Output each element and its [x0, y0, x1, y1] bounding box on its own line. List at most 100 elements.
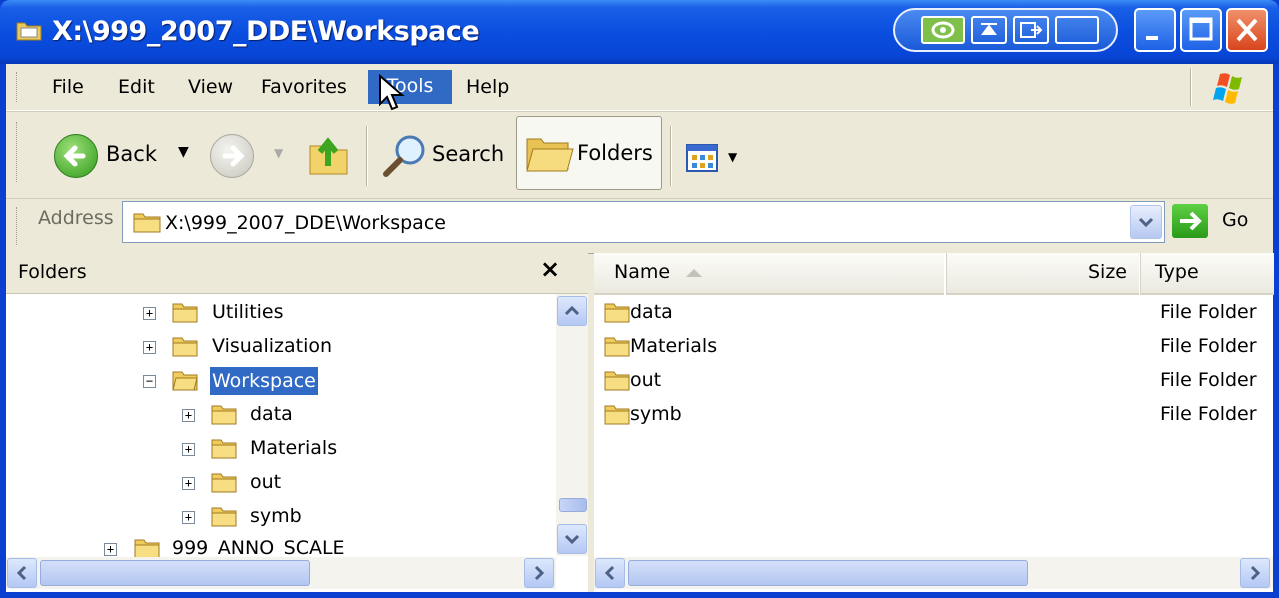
tree-item[interactable]: + Materials: [6, 435, 556, 465]
scroll-thumb[interactable]: [628, 560, 1028, 586]
close-button[interactable]: [1226, 8, 1268, 52]
chevron-right-icon: [534, 565, 545, 581]
tree-label: Utilities: [212, 301, 284, 323]
scroll-right-button[interactable]: [524, 558, 554, 588]
tree-item[interactable]: + data: [6, 401, 556, 431]
back-arrow-icon[interactable]: [54, 134, 98, 178]
collapse-icon[interactable]: −: [143, 375, 156, 388]
folders-horizontal-scrollbar[interactable]: [6, 557, 556, 589]
forward-dropdown-icon[interactable]: ▼: [274, 146, 283, 160]
address-dropdown-button[interactable]: [1130, 205, 1162, 239]
address-value: X:\999_2007_DDE\Workspace: [165, 212, 446, 234]
expand-icon[interactable]: +: [182, 477, 195, 490]
scroll-right-button[interactable]: [1240, 558, 1270, 588]
close-icon[interactable]: ×: [540, 255, 560, 283]
menu-file[interactable]: File: [48, 76, 88, 98]
tree-label: 999_ANNO_SCALE: [172, 537, 345, 557]
views-dropdown-icon[interactable]: ▼: [728, 150, 737, 164]
toolbar-grip[interactable]: [16, 207, 20, 245]
forward-arrow-icon[interactable]: [210, 134, 254, 178]
chevron-left-icon: [604, 565, 615, 581]
menu-bar: File Edit View Favorites Tools Help: [6, 64, 1273, 111]
nvidia-window-controls: [893, 8, 1118, 52]
window-title: X:\999_2007_DDE\Workspace: [52, 16, 480, 47]
folders-label: Folders: [577, 141, 653, 165]
folder-icon: [604, 303, 630, 323]
windows-logo-icon: [1213, 73, 1242, 104]
folder-icon: [604, 371, 630, 391]
folder-icon: [604, 337, 630, 357]
explorer-body: File Edit View Favorites Tools Help Back: [6, 64, 1274, 592]
menu-edit[interactable]: Edit: [114, 76, 159, 98]
list-item[interactable]: out File Folder: [604, 367, 1264, 397]
folder-up-icon[interactable]: [306, 132, 354, 178]
folder-icon: [134, 539, 160, 557]
go-button[interactable]: Go: [1222, 209, 1248, 231]
scroll-thumb[interactable]: [40, 560, 310, 586]
file-type: File Folder: [1160, 301, 1257, 323]
back-button[interactable]: Back: [106, 142, 157, 166]
go-arrow-icon[interactable]: [1172, 204, 1208, 238]
nvidia-icon[interactable]: [921, 16, 965, 44]
folders-icon: [526, 138, 574, 172]
menu-help[interactable]: Help: [462, 76, 513, 98]
move-to-monitor-icon[interactable]: [1013, 16, 1049, 44]
span-window-icon[interactable]: [1055, 16, 1099, 44]
toolbar-separator: [366, 126, 368, 186]
file-name: out: [630, 369, 662, 391]
tree-item[interactable]: + symb: [6, 503, 556, 533]
file-type: File Folder: [1160, 403, 1257, 425]
menu-favorites[interactable]: Favorites: [257, 76, 351, 98]
file-list-pane: Name Size Type data File Folder Material…: [594, 253, 1274, 592]
file-list-horizontal-scrollbar[interactable]: [594, 557, 1273, 589]
tree-item[interactable]: + Utilities: [6, 299, 556, 329]
folders-vertical-scrollbar[interactable]: [556, 294, 588, 556]
scroll-thumb[interactable]: [559, 498, 587, 512]
tree-label-selected: Workspace: [210, 367, 318, 395]
search-icon[interactable]: [380, 132, 430, 182]
toolbar-grip[interactable]: [16, 122, 20, 182]
views-icon[interactable]: [686, 144, 726, 174]
toolbar-separator: [670, 126, 672, 186]
address-input[interactable]: X:\999_2007_DDE\Workspace: [122, 201, 1165, 243]
tree-item[interactable]: + Visualization: [6, 333, 556, 363]
folder-icon: [16, 22, 42, 41]
expand-icon[interactable]: +: [143, 307, 156, 320]
folders-pane-title: Folders: [18, 261, 87, 283]
scroll-down-button[interactable]: [557, 524, 587, 554]
folder-icon: [172, 303, 198, 323]
column-header-type[interactable]: Type: [1140, 253, 1274, 295]
column-type-label: Type: [1155, 261, 1199, 283]
column-header-name[interactable]: Name: [594, 253, 944, 295]
expand-icon[interactable]: +: [182, 443, 195, 456]
scroll-up-button[interactable]: [557, 296, 587, 326]
back-dropdown-icon[interactable]: ▼: [178, 144, 189, 160]
expand-icon[interactable]: +: [143, 341, 156, 354]
tree-item[interactable]: + out: [6, 469, 556, 499]
minimize-button[interactable]: [1134, 8, 1176, 52]
search-button[interactable]: Search: [432, 142, 504, 166]
column-header-size[interactable]: Size: [946, 253, 1139, 295]
expand-icon[interactable]: +: [182, 511, 195, 524]
folder-icon: [133, 213, 161, 233]
tree-item[interactable]: − Workspace: [6, 367, 556, 397]
title-bar[interactable]: X:\999_2007_DDE\Workspace: [0, 0, 1279, 64]
expand-icon[interactable]: +: [182, 409, 195, 422]
expand-icon[interactable]: +: [104, 543, 117, 556]
tree-label: data: [250, 403, 293, 425]
folder-icon: [211, 439, 237, 459]
folders-button[interactable]: Folders: [516, 116, 662, 190]
scroll-left-button[interactable]: [595, 558, 625, 588]
chevron-up-icon: [564, 305, 580, 316]
menu-view[interactable]: View: [184, 76, 237, 98]
folders-pane-header: Folders ×: [6, 253, 588, 294]
list-item[interactable]: data File Folder: [604, 299, 1264, 329]
maximize-button[interactable]: [1180, 8, 1222, 52]
scroll-left-button[interactable]: [7, 558, 37, 588]
tree-item[interactable]: + 999_ANNO_SCALE: [6, 537, 556, 557]
toolbar-grip[interactable]: [16, 72, 20, 102]
list-item[interactable]: Materials File Folder: [604, 333, 1264, 363]
pin-top-icon[interactable]: [971, 16, 1007, 44]
list-item[interactable]: symb File Folder: [604, 401, 1264, 431]
tree-label: Visualization: [212, 335, 333, 357]
